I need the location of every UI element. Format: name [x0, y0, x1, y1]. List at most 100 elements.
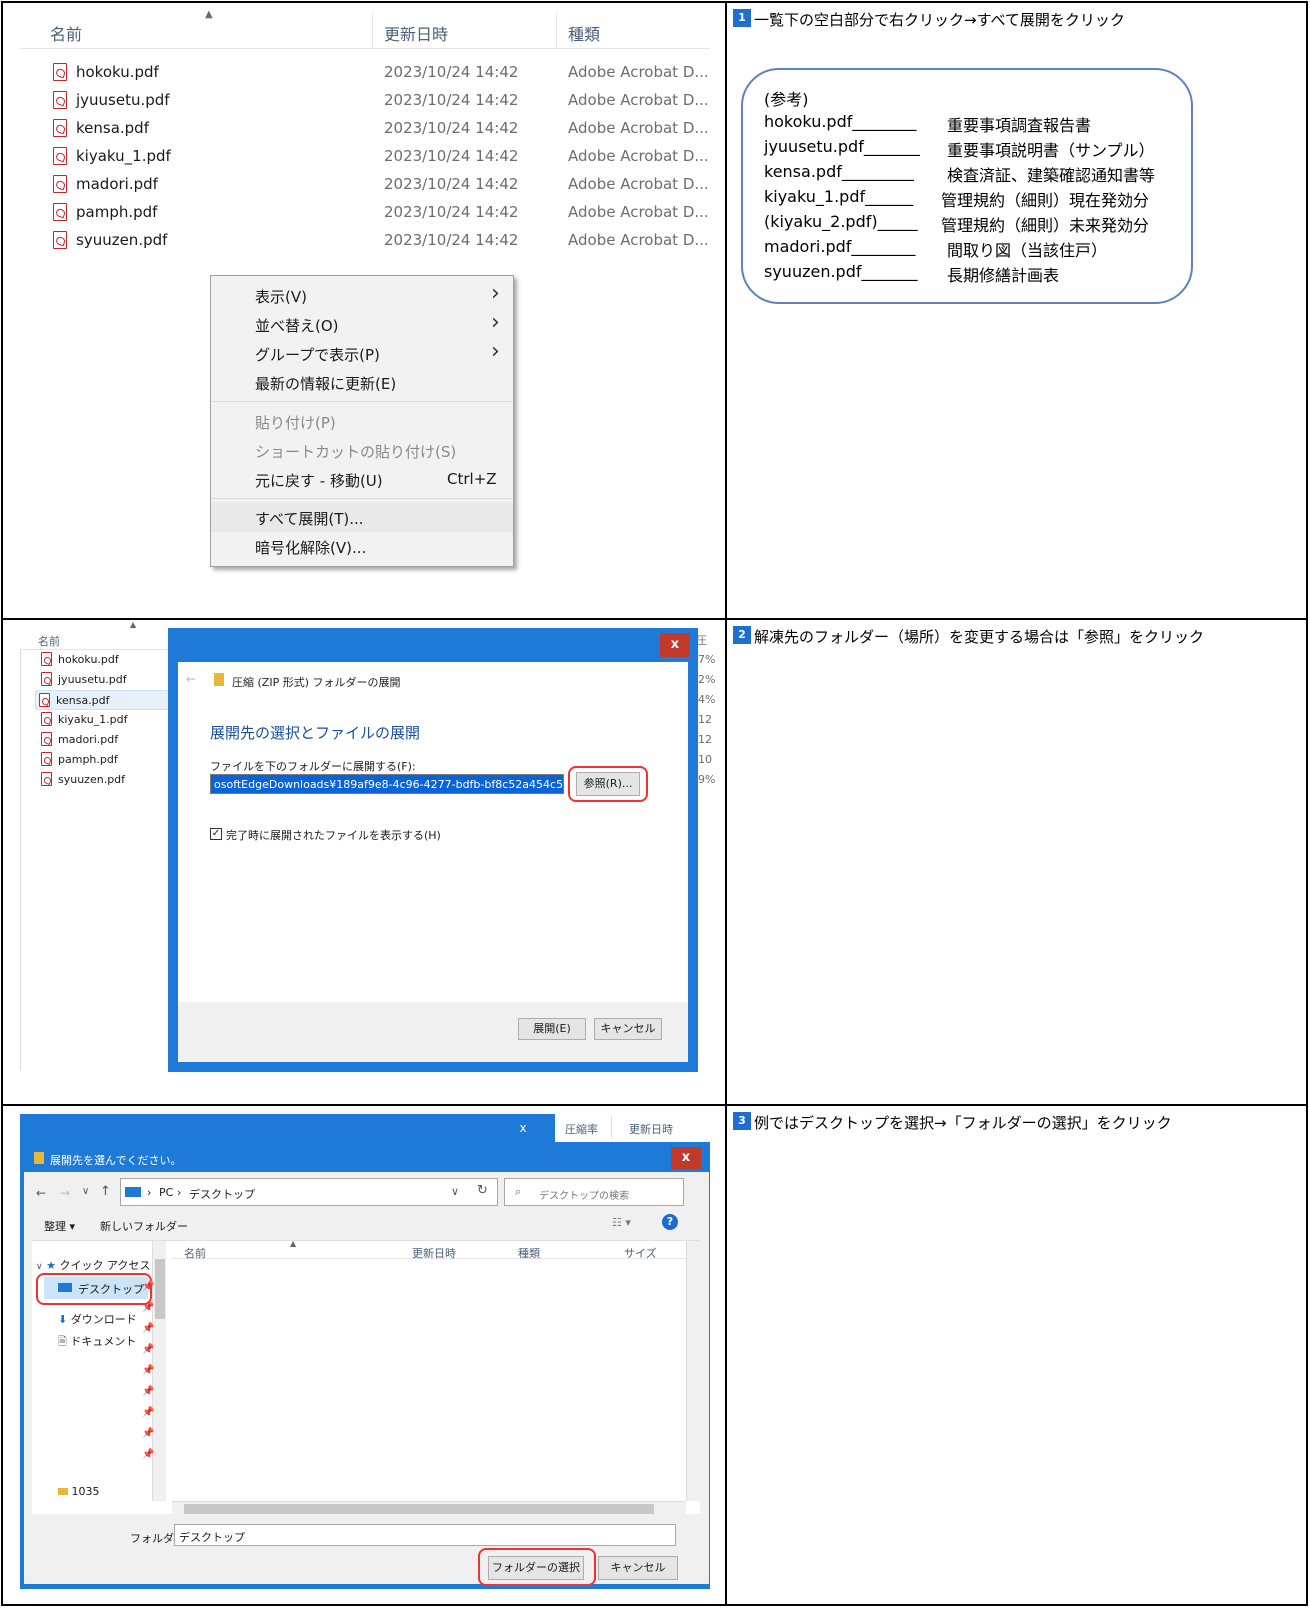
help-icon[interactable]: ? — [662, 1214, 678, 1230]
file-row[interactable]: kensa.pdf — [35, 690, 175, 710]
browse-area: ∨ ★ クイック アクセス デスクトップ ⬇ ダウンロード 🗎 ドキュメント 1… — [32, 1239, 700, 1515]
folder-input[interactable]: デスクトップ — [174, 1524, 676, 1546]
pin-icon[interactable]: 📌 — [142, 1386, 154, 1397]
file-name: kensa.pdf — [56, 694, 110, 707]
column-ratio: 圧縮率 — [565, 1123, 598, 1136]
menu-item-refresh[interactable]: 最新の情報に更新(E) — [211, 367, 513, 397]
pdf-file-icon — [41, 752, 52, 766]
pin-icon[interactable]: 📌 — [142, 1365, 154, 1376]
file-row[interactable]: syuuzen.pdf — [38, 770, 178, 790]
menu-item-paste[interactable]: 貼り付け(P) — [211, 406, 513, 436]
file-row[interactable]: syuuzen.pdf 2023/10/24 14:42 Adobe Acrobat… — [20, 227, 710, 253]
file-row[interactable]: jyuusetu.pdf 2023/10/24 14:42 Adobe Acroba… — [20, 87, 710, 113]
recent-dropdown-icon[interactable]: ∨ — [82, 1186, 89, 1197]
pin-icon[interactable]: 📌 — [142, 1323, 154, 1334]
menu-item-view[interactable]: 表示(V) › — [211, 280, 513, 310]
back-arrow-icon[interactable]: ← — [36, 1186, 46, 1200]
pin-icon[interactable]: 📌 — [142, 1302, 154, 1313]
pin-icon[interactable]: 📌 — [142, 1449, 154, 1460]
menu-item-sort[interactable]: 並べ替え(O) › — [211, 309, 513, 339]
file-row[interactable]: hokoku.pdf 2023/10/24 14:42 Adobe Acrobat … — [20, 59, 710, 85]
sort-ascending-icon: ▲ — [205, 9, 213, 20]
menu-item-paste-shortcut[interactable]: ショートカットの貼り付け(S) — [211, 435, 513, 465]
show-files-checkbox[interactable]: ✓ — [210, 828, 222, 840]
column-name[interactable]: 名前 — [50, 21, 82, 45]
column-name[interactable]: 名前 — [184, 1245, 206, 1261]
column-type[interactable]: 種類 — [518, 1245, 540, 1261]
note-heading: (参考) — [764, 90, 809, 109]
pin-icon[interactable]: 📌 — [142, 1407, 154, 1418]
background-close-button[interactable]: x — [505, 1116, 541, 1140]
column-date[interactable]: 更新日時 — [384, 21, 448, 45]
file-row[interactable]: kensa.pdf 2023/10/24 14:42 Adobe Acrobat D… — [20, 115, 710, 141]
pdf-file-icon — [53, 203, 67, 221]
close-button[interactable]: x — [660, 633, 690, 657]
up-arrow-icon[interactable]: ↑ — [100, 1184, 111, 1199]
document-icon: 🗎 — [58, 1335, 67, 1348]
file-date: 2023/10/24 14:42 — [384, 91, 519, 109]
file-row[interactable]: kiyaku_1.pdf 2023/10/24 14:42 Adobe Acroba… — [20, 143, 710, 169]
breadcrumb-desktop[interactable]: デスクトップ — [189, 1186, 255, 1202]
search-input[interactable]: ⌕ デスクトップの検索 — [504, 1178, 684, 1206]
extract-button[interactable]: 展開(E) — [518, 1018, 586, 1040]
tree-folder-1035[interactable]: 1035 — [58, 1485, 100, 1498]
view-options-icon[interactable]: ☷ ▾ — [612, 1216, 631, 1229]
file-row[interactable]: madori.pdf 2023/10/24 14:42 Adobe Acrobat … — [20, 171, 710, 197]
dialog-footer: 展開(E) キャンセル — [178, 1002, 688, 1062]
new-folder-button[interactable]: 新しいフォルダー — [100, 1218, 188, 1234]
file-name: kiyaku_1.pdf — [76, 147, 171, 165]
tree-quick-access[interactable]: ∨ ★ クイック アクセス — [36, 1257, 150, 1273]
destination-label: ファイルを下のフォルダーに展開する(F): — [210, 760, 416, 773]
pdf-file-icon — [53, 119, 67, 137]
pdf-file-icon — [41, 712, 52, 726]
file-row[interactable]: jyuusetu.pdf — [38, 670, 178, 690]
tree-downloads[interactable]: ⬇ ダウンロード — [58, 1311, 137, 1327]
step-1-instruction: 一覧下の空白部分で右クリック→すべて展開をクリック — [754, 11, 1125, 29]
highlight-outline — [568, 766, 648, 802]
column-header: ▲ 名前 更新日時 種類 — [20, 9, 710, 49]
note-file: kensa.pdf_________ — [764, 162, 914, 181]
menu-item-undo[interactable]: 元に戻す - 移動(U) Ctrl+Z — [211, 464, 513, 494]
menu-item-decrypt[interactable]: 暗号化解除(V)... — [211, 531, 513, 561]
file-row[interactable]: hokoku.pdf — [38, 650, 178, 670]
cancel-button[interactable]: キャンセル — [598, 1556, 678, 1580]
ratio-value: 2% — [698, 673, 716, 686]
tree-documents[interactable]: 🗎 ドキュメント — [58, 1333, 136, 1352]
cancel-button[interactable]: キャンセル — [594, 1018, 662, 1040]
chevron-right-icon: › — [491, 281, 500, 306]
back-arrow-icon[interactable]: ← — [186, 672, 196, 686]
folder-picker-dialog: 展開先を選んでください。 x ← → ∨ ↑ › PC › デスクトップ ∨ ↻… — [23, 1143, 710, 1586]
pin-icon[interactable]: 📌 — [142, 1344, 154, 1355]
file-row[interactable]: pamph.pdf — [38, 750, 178, 770]
pin-icon[interactable]: 📌 — [142, 1428, 154, 1439]
menu-item-extract-all[interactable]: すべて展開(T)... — [211, 502, 513, 532]
close-button[interactable]: x — [671, 1147, 701, 1169]
destination-path-input[interactable]: osoftEdgeDownloads¥189af9e8-4c96-4277-bd… — [210, 774, 564, 794]
pin-icon[interactable]: 📌 — [142, 1281, 154, 1292]
chevron-down-icon[interactable]: ∨ — [451, 1185, 459, 1198]
ratio-value: 4% — [698, 693, 716, 706]
dialog-heading: 展開先の選択とファイルの展開 — [210, 724, 421, 742]
column-name[interactable]: 名前 — [38, 633, 60, 649]
column-size[interactable]: サイズ — [624, 1245, 657, 1261]
address-bar[interactable]: › PC › デスクトップ ∨ ↻ — [120, 1178, 498, 1206]
file-row[interactable]: madori.pdf — [38, 730, 178, 750]
file-name: pamph.pdf — [76, 203, 158, 221]
file-scrollbar[interactable] — [686, 1241, 700, 1501]
step-3-instruction: 例ではデスクトップを選択→「フォルダーの選択」をクリック — [754, 1114, 1172, 1132]
file-row[interactable]: kiyaku_1.pdf — [38, 710, 178, 730]
refresh-icon[interactable]: ↻ — [477, 1183, 488, 1198]
star-icon: ★ — [46, 1259, 56, 1272]
column-date[interactable]: 更新日時 — [412, 1245, 456, 1261]
forward-arrow-icon[interactable]: → — [60, 1186, 70, 1200]
file-name: pamph.pdf — [58, 753, 118, 766]
file-name: syuuzen.pdf — [76, 231, 168, 249]
breadcrumb-pc[interactable]: PC — [159, 1186, 173, 1199]
file-name: kensa.pdf — [76, 119, 149, 137]
file-row[interactable]: pamph.pdf 2023/10/24 14:42 Adobe Acrobat D… — [20, 199, 710, 225]
horizontal-scrollbar[interactable] — [172, 1501, 686, 1515]
column-type[interactable]: 種類 — [568, 21, 600, 45]
organize-menu[interactable]: 整理 ▾ — [44, 1218, 75, 1234]
reference-note: (参考) hokoku.pdf________ 重要事項調査報告書 jyuusetu… — [741, 68, 1193, 304]
menu-item-group[interactable]: グループで表示(P) › — [211, 338, 513, 368]
